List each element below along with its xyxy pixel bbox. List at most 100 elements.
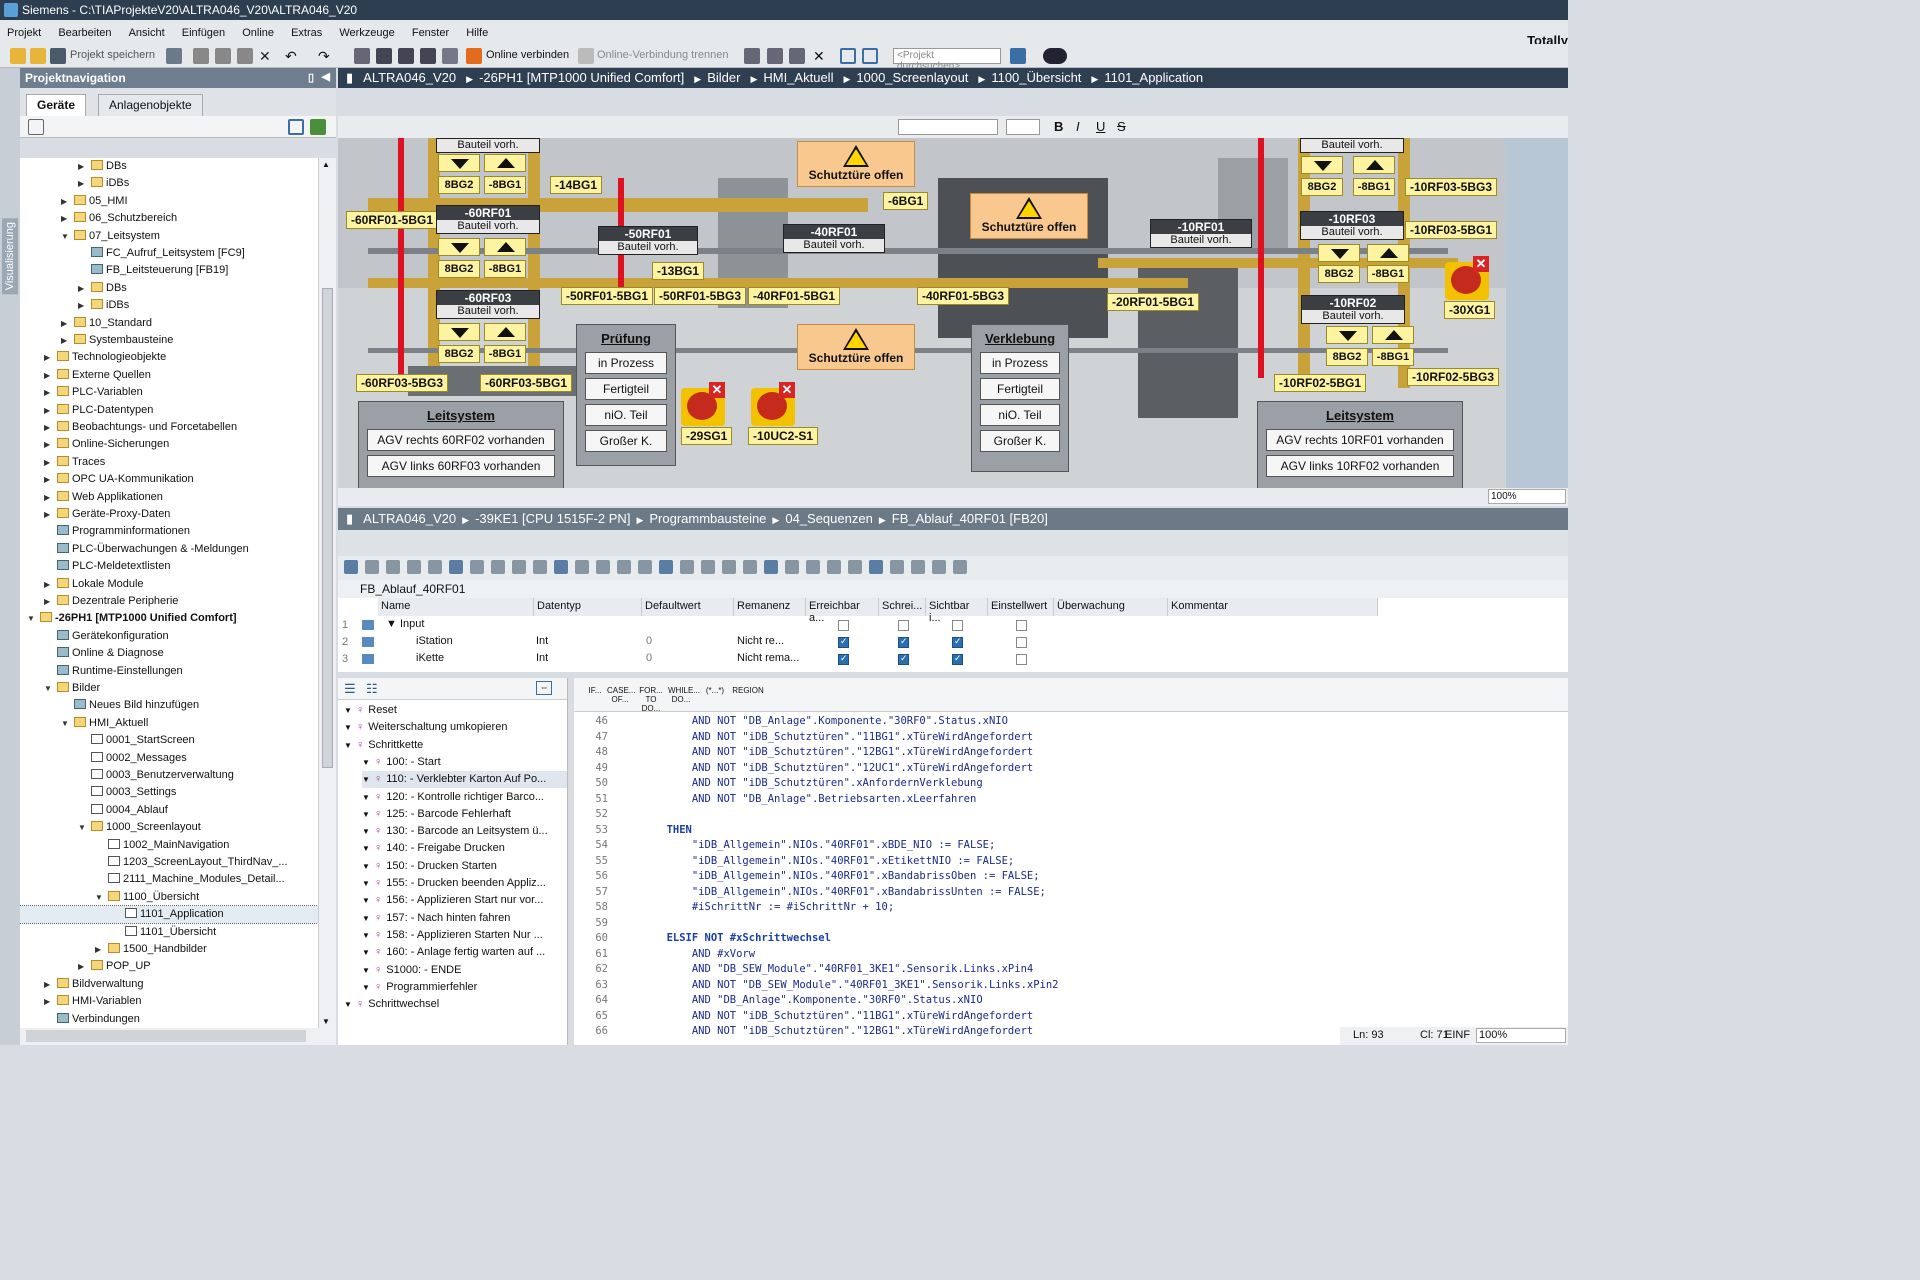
interface-checkbox[interactable] bbox=[952, 620, 963, 631]
tree-item[interactable]: ▶ 05_HMI bbox=[20, 193, 318, 210]
status-label[interactable]: -30XG1 bbox=[1444, 301, 1496, 319]
view-list-icon[interactable] bbox=[288, 119, 304, 135]
tree-item[interactable]: FC_Aufruf_Leitsystem [FC9] bbox=[20, 245, 318, 262]
tab-anlagenobjekte[interactable]: Anlagenobjekte bbox=[98, 94, 203, 116]
interface-checkbox[interactable] bbox=[898, 636, 909, 648]
status-label[interactable]: -10RF02-5BG3 bbox=[1407, 368, 1500, 386]
paste-icon[interactable] bbox=[237, 48, 253, 64]
split-vertical-icon[interactable] bbox=[862, 48, 878, 64]
panel-item[interactable]: in Prozess bbox=[585, 352, 667, 374]
status-label[interactable]: -60RF03-5BG3 bbox=[356, 374, 449, 392]
outline-sync-icon[interactable]: ⇔ bbox=[536, 681, 552, 695]
tree-item[interactable]: ▶ Dezentrale Peripherie bbox=[20, 593, 318, 610]
collapse-icon[interactable]: ◀ bbox=[322, 70, 330, 83]
block-toolbar-icon[interactable] bbox=[785, 560, 799, 574]
code-text[interactable]: "iDB_Allgemein".NIOs."40RF01".xBDE_NIO :… bbox=[616, 839, 995, 851]
expand-arrow-icon[interactable]: ▼ bbox=[362, 823, 374, 840]
block-toolbar-icon[interactable] bbox=[680, 560, 694, 574]
expand-arrow-icon[interactable]: ▶ bbox=[44, 576, 54, 593]
scroll-down-icon[interactable]: ▼ bbox=[322, 1017, 330, 1026]
outline-item[interactable]: ▼ ♀ Reset bbox=[344, 702, 397, 719]
expand-arrow-icon[interactable]: ▶ bbox=[61, 210, 71, 227]
outline-item[interactable]: ▼ ♀ 120: - Kontrolle richtiger Barco... bbox=[362, 789, 544, 806]
expand-arrow-icon[interactable]: ▼ bbox=[44, 680, 54, 697]
emergency-stop-icon[interactable]: ✕ bbox=[751, 382, 795, 426]
interface-checkbox[interactable] bbox=[838, 636, 849, 648]
expand-arrow-icon[interactable]: ▶ bbox=[44, 454, 54, 471]
panel-item[interactable]: Großer K. bbox=[585, 430, 667, 452]
tree-item[interactable]: Gerätekonfiguration bbox=[20, 628, 318, 645]
online-connect-button[interactable]: Online verbinden bbox=[486, 49, 569, 61]
interface-retain[interactable]: Nicht rema... bbox=[737, 652, 799, 664]
code-text[interactable]: "iDB_Allgemein".NIOs."40RF01".xEtikettNI… bbox=[616, 855, 1014, 867]
tree-item[interactable]: ▶ iDBs bbox=[20, 297, 318, 314]
arrow-up-icon[interactable] bbox=[1372, 326, 1414, 344]
outline-item[interactable]: ▼ ♀ 160: - Anlage fertig warten auf ... bbox=[362, 944, 545, 961]
copy-icon[interactable] bbox=[215, 48, 231, 64]
split-horizontal-icon[interactable] bbox=[840, 48, 856, 64]
code-line[interactable]: 54 "iDB_Allgemein".NIOs."40RF01".xBDE_NI… bbox=[574, 838, 995, 854]
canvas-zoom-field[interactable]: 100% bbox=[1488, 489, 1566, 504]
code-text[interactable]: THEN bbox=[616, 824, 692, 836]
status-label[interactable]: -8BG1 bbox=[484, 260, 526, 278]
breadcrumb-item[interactable]: 1000_Screenlayout bbox=[856, 70, 968, 85]
tree-item[interactable]: 0004_Ablauf bbox=[20, 802, 318, 819]
outline-item[interactable]: ▼ ♀ 157: - Nach hinten fahren bbox=[362, 910, 510, 927]
station-box[interactable]: -60RF03 Bauteil vorh. bbox=[436, 290, 540, 319]
interface-checkbox[interactable] bbox=[898, 620, 909, 631]
tree-item[interactable]: ▶ OPC UA-Kommunikation bbox=[20, 471, 318, 488]
hmi-screen-canvas[interactable]: -60RF01-5BG1 -14BG1 -6BG1 -13BG1 -50RF01-5BG… bbox=[338, 138, 1506, 488]
block-toolbar-icon[interactable] bbox=[491, 560, 505, 574]
interface-row[interactable]: 2 iStation Int 0 Nicht re... bbox=[338, 634, 1378, 651]
expand-arrow-icon[interactable]: ▶ bbox=[78, 280, 88, 297]
cut-icon[interactable] bbox=[193, 48, 209, 64]
arrow-up-icon[interactable] bbox=[484, 323, 526, 341]
interface-row[interactable]: 1 ▼ Input bbox=[338, 617, 1378, 634]
tree-item[interactable]: PLC-Überwachungen & -Meldungen bbox=[20, 541, 318, 558]
status-label[interactable]: -6BG1 bbox=[883, 192, 929, 210]
tree-item[interactable]: 0002_Messages bbox=[20, 750, 318, 767]
breadcrumb-item[interactable]: Programmbausteine bbox=[649, 511, 766, 526]
expand-arrow-icon[interactable]: ▼ bbox=[344, 719, 356, 736]
expand-arrow-icon[interactable]: ▶ bbox=[44, 402, 54, 419]
tree-item[interactable]: 0003_Benutzerverwaltung bbox=[20, 767, 318, 784]
status-label[interactable]: -10RF03-5BG1 bbox=[1405, 221, 1498, 239]
cross-reference-icon[interactable] bbox=[789, 48, 805, 64]
block-toolbar-icon[interactable] bbox=[575, 560, 589, 574]
code-line[interactable]: 51 AND NOT "DB_Anlage".Betriebsarten.xLe… bbox=[574, 792, 976, 808]
interface-datatype[interactable]: Int bbox=[536, 635, 548, 647]
code-line[interactable]: 58 #iSchrittNr := #iSchrittNr + 10; bbox=[574, 900, 894, 916]
undo-icon[interactable]: ↶ bbox=[285, 48, 301, 64]
font-name-field[interactable] bbox=[898, 119, 998, 135]
tree-item[interactable]: ▶ Bildverwaltung bbox=[20, 976, 318, 993]
interface-column-header[interactable]: Defaultwert bbox=[642, 598, 734, 616]
breadcrumb-item[interactable]: FB_Ablauf_40RF01 [FB20] bbox=[892, 511, 1048, 526]
emergency-stop-icon[interactable]: ✕ bbox=[681, 382, 725, 426]
outline-item[interactable]: ▼ ♀ S1000: - ENDE bbox=[362, 962, 461, 979]
status-label[interactable]: -60RF03-5BG1 bbox=[480, 374, 573, 392]
compare-icon[interactable] bbox=[767, 48, 783, 64]
outline-item[interactable]: ▼ ♀ Programmierfehler bbox=[362, 979, 477, 996]
status-label[interactable]: -20RF01-5BG1 bbox=[1107, 293, 1200, 311]
arrow-down-icon[interactable] bbox=[438, 154, 480, 172]
expand-arrow-icon[interactable]: ▼ bbox=[362, 962, 374, 979]
snippet-button[interactable]: (*...*) bbox=[702, 686, 728, 695]
expand-arrow-icon[interactable]: ▶ bbox=[95, 941, 105, 958]
menu-projekt[interactable]: Projekt bbox=[0, 20, 48, 39]
block-toolbar-icon[interactable] bbox=[848, 560, 862, 574]
status-label[interactable]: 8BG2 bbox=[1326, 348, 1368, 366]
status-label[interactable]: -8BG1 bbox=[484, 345, 526, 363]
code-text[interactable]: AND NOT "iDB_Schutztüren"."11BG1".xTüreW… bbox=[616, 1010, 1033, 1022]
code-line[interactable]: 63 AND NOT "DB_SEW_Module"."40RF01_3KE1"… bbox=[574, 978, 1058, 994]
outline-item[interactable]: ▼ ♀ Weiterschaltung umkopieren bbox=[344, 719, 507, 736]
code-zoom-field[interactable]: 100% bbox=[1476, 1028, 1566, 1043]
tree-item[interactable]: 0003_Settings bbox=[20, 784, 318, 801]
interface-name[interactable]: iStation bbox=[416, 635, 453, 647]
tree-item[interactable]: ▼ 1000_Screenlayout bbox=[20, 819, 318, 836]
expand-arrow-icon[interactable]: ▶ bbox=[44, 471, 54, 488]
expand-arrow-icon[interactable]: ▶ bbox=[44, 384, 54, 401]
redo-icon[interactable]: ↷ bbox=[318, 48, 334, 64]
tree-item[interactable]: ▶ Beobachtungs- und Forcetabellen bbox=[20, 419, 318, 436]
station-box[interactable]: Bauteil vorh. bbox=[436, 138, 540, 153]
block-toolbar-icon[interactable] bbox=[365, 560, 379, 574]
